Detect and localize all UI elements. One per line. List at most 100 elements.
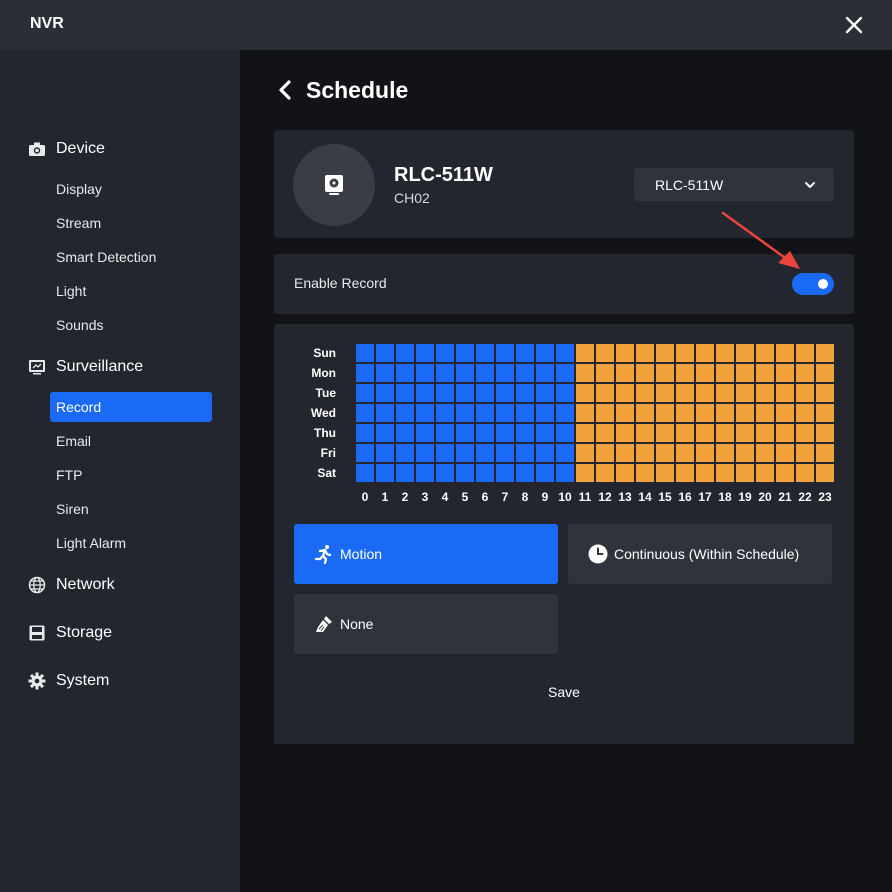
schedule-cell[interactable] bbox=[416, 464, 434, 482]
schedule-cell[interactable] bbox=[476, 464, 494, 482]
sidebar-item-display[interactable]: Display bbox=[50, 174, 212, 204]
schedule-cell[interactable] bbox=[356, 344, 374, 362]
sidebar-item-siren[interactable]: Siren bbox=[50, 494, 212, 524]
schedule-cell[interactable] bbox=[776, 344, 794, 362]
schedule-cell[interactable] bbox=[656, 364, 674, 382]
schedule-cell[interactable] bbox=[536, 464, 554, 482]
schedule-cell[interactable] bbox=[616, 444, 634, 462]
sidebar-item-smart-detection[interactable]: Smart Detection bbox=[50, 242, 212, 272]
schedule-cell[interactable] bbox=[416, 444, 434, 462]
schedule-cell[interactable] bbox=[456, 384, 474, 402]
schedule-cell[interactable] bbox=[696, 444, 714, 462]
schedule-cell[interactable] bbox=[376, 384, 394, 402]
schedule-cell[interactable] bbox=[636, 364, 654, 382]
schedule-cell[interactable] bbox=[816, 384, 834, 402]
schedule-cell[interactable] bbox=[356, 424, 374, 442]
schedule-cell[interactable] bbox=[376, 404, 394, 422]
schedule-cell[interactable] bbox=[556, 364, 574, 382]
schedule-cell[interactable] bbox=[596, 364, 614, 382]
schedule-cell[interactable] bbox=[376, 424, 394, 442]
schedule-cell[interactable] bbox=[736, 464, 754, 482]
schedule-cell[interactable] bbox=[456, 464, 474, 482]
schedule-cell[interactable] bbox=[536, 344, 554, 362]
schedule-cell[interactable] bbox=[716, 364, 734, 382]
schedule-cell[interactable] bbox=[396, 404, 414, 422]
schedule-cell[interactable] bbox=[636, 444, 654, 462]
schedule-cell[interactable] bbox=[496, 384, 514, 402]
schedule-cell[interactable] bbox=[536, 424, 554, 442]
schedule-cell[interactable] bbox=[356, 404, 374, 422]
schedule-cell[interactable] bbox=[696, 404, 714, 422]
chevron-left-icon[interactable] bbox=[276, 79, 296, 101]
schedule-cell[interactable] bbox=[776, 424, 794, 442]
schedule-cell[interactable] bbox=[596, 424, 614, 442]
schedule-cell[interactable] bbox=[716, 464, 734, 482]
schedule-cell[interactable] bbox=[576, 344, 594, 362]
sidebar-item-stream[interactable]: Stream bbox=[50, 208, 212, 238]
schedule-cell[interactable] bbox=[716, 344, 734, 362]
schedule-cell[interactable] bbox=[716, 424, 734, 442]
schedule-cell[interactable] bbox=[756, 404, 774, 422]
schedule-cell[interactable] bbox=[496, 444, 514, 462]
schedule-cell[interactable] bbox=[816, 364, 834, 382]
mode-none-button[interactable]: None bbox=[294, 594, 558, 654]
schedule-cell[interactable] bbox=[356, 364, 374, 382]
schedule-cell[interactable] bbox=[736, 424, 754, 442]
schedule-cell[interactable] bbox=[696, 424, 714, 442]
schedule-cell[interactable] bbox=[616, 344, 634, 362]
schedule-cell[interactable] bbox=[576, 364, 594, 382]
schedule-cell[interactable] bbox=[816, 424, 834, 442]
schedule-cell[interactable] bbox=[396, 384, 414, 402]
schedule-cell[interactable] bbox=[416, 364, 434, 382]
schedule-cell[interactable] bbox=[436, 384, 454, 402]
schedule-cell[interactable] bbox=[496, 364, 514, 382]
schedule-cell[interactable] bbox=[476, 344, 494, 362]
schedule-cell[interactable] bbox=[376, 364, 394, 382]
schedule-cell[interactable] bbox=[456, 424, 474, 442]
schedule-cell[interactable] bbox=[676, 424, 694, 442]
schedule-cell[interactable] bbox=[816, 344, 834, 362]
schedule-cell[interactable] bbox=[676, 444, 694, 462]
sidebar-item-ftp[interactable]: FTP bbox=[50, 460, 212, 490]
schedule-cell[interactable] bbox=[536, 404, 554, 422]
sidebar-item-light[interactable]: Light bbox=[50, 276, 212, 306]
schedule-cell[interactable] bbox=[776, 364, 794, 382]
camera-select[interactable]: RLC-511W bbox=[634, 168, 834, 201]
schedule-cell[interactable] bbox=[796, 424, 814, 442]
schedule-cell[interactable] bbox=[376, 444, 394, 462]
schedule-cell[interactable] bbox=[516, 404, 534, 422]
schedule-cell[interactable] bbox=[816, 404, 834, 422]
schedule-cell[interactable] bbox=[456, 344, 474, 362]
schedule-cell[interactable] bbox=[556, 444, 574, 462]
schedule-cell[interactable] bbox=[736, 444, 754, 462]
schedule-cell[interactable] bbox=[636, 424, 654, 442]
schedule-cell[interactable] bbox=[476, 424, 494, 442]
schedule-cell[interactable] bbox=[796, 404, 814, 422]
schedule-cell[interactable] bbox=[696, 364, 714, 382]
schedule-cell[interactable] bbox=[676, 384, 694, 402]
mode-continuous-button[interactable]: Continuous (Within Schedule) bbox=[568, 524, 832, 584]
sidebar-item-sounds[interactable]: Sounds bbox=[50, 310, 212, 340]
schedule-cell[interactable] bbox=[516, 344, 534, 362]
schedule-cell[interactable] bbox=[616, 384, 634, 402]
schedule-cell[interactable] bbox=[576, 444, 594, 462]
schedule-cell[interactable] bbox=[736, 364, 754, 382]
schedule-cell[interactable] bbox=[536, 384, 554, 402]
schedule-cell[interactable] bbox=[556, 404, 574, 422]
schedule-cell[interactable] bbox=[796, 344, 814, 362]
schedule-cell[interactable] bbox=[636, 464, 654, 482]
schedule-cell[interactable] bbox=[616, 464, 634, 482]
schedule-cell[interactable] bbox=[636, 384, 654, 402]
schedule-cell[interactable] bbox=[436, 444, 454, 462]
schedule-cell[interactable] bbox=[356, 464, 374, 482]
schedule-cell[interactable] bbox=[416, 384, 434, 402]
schedule-cell[interactable] bbox=[776, 464, 794, 482]
schedule-cell[interactable] bbox=[776, 444, 794, 462]
schedule-cell[interactable] bbox=[736, 344, 754, 362]
schedule-cell[interactable] bbox=[756, 364, 774, 382]
sidebar-section-storage[interactable]: Storage bbox=[28, 621, 112, 645]
schedule-cell[interactable] bbox=[536, 364, 554, 382]
schedule-cell[interactable] bbox=[656, 384, 674, 402]
schedule-cell[interactable] bbox=[576, 424, 594, 442]
schedule-cell[interactable] bbox=[396, 444, 414, 462]
